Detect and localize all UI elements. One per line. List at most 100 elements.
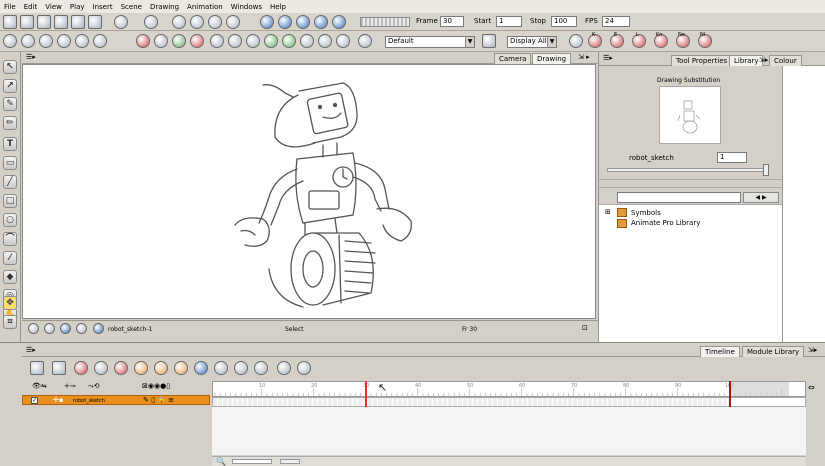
transform-tool-icon[interactable]: ✥ [3, 296, 17, 310]
zoom-icon[interactable] [39, 34, 53, 48]
substitution-thumbnail[interactable] [659, 86, 721, 144]
select-tool-icon[interactable]: ↖ [3, 60, 17, 74]
library-item-symbols[interactable]: Symbols [631, 209, 661, 218]
paste-icon[interactable] [88, 15, 102, 29]
flip-icon[interactable] [75, 34, 89, 48]
colour-view-icon[interactable] [60, 323, 71, 334]
fill-icon[interactable] [210, 34, 224, 48]
panel-close-icon[interactable]: ⇲▸ [759, 56, 768, 65]
polyline-tool-icon[interactable]: ⌒ [3, 232, 17, 246]
first-frame-icon[interactable] [296, 15, 310, 29]
add-layer-small-icon[interactable]: +⊸ [64, 382, 76, 391]
rotate-icon[interactable] [3, 34, 17, 48]
motion-path-icon[interactable] [134, 361, 148, 375]
dropper-tool-icon[interactable]: ⁄ [3, 251, 17, 265]
frame-field[interactable]: 30 [440, 16, 464, 27]
scroll-thumb[interactable] [280, 459, 300, 464]
menu-play[interactable]: Play [70, 3, 85, 11]
key-l-icon[interactable] [632, 34, 646, 48]
menu-windows[interactable]: Windows [231, 3, 262, 11]
playhead[interactable] [364, 381, 367, 407]
menu-animation[interactable]: Animation [187, 3, 223, 11]
library-item-animate-pro[interactable]: Animate Pro Library [631, 219, 700, 228]
crop-tool-icon[interactable]: ⌗ [3, 315, 17, 329]
key-icon[interactable] [569, 34, 583, 48]
layer-link-icon[interactable]: ⤳⟲ [88, 382, 99, 391]
reduce-exposure-icon[interactable] [254, 361, 268, 375]
brush-tool-icon[interactable]: ✎ [3, 97, 17, 111]
menu-drawing[interactable]: Drawing [150, 3, 179, 11]
extend-exposure-icon[interactable] [234, 361, 248, 375]
cutter-icon[interactable] [318, 34, 332, 48]
menu-scene[interactable]: Scene [121, 3, 142, 11]
contour-icon[interactable] [228, 34, 242, 48]
smooth-icon[interactable] [336, 34, 350, 48]
volume-slider[interactable] [360, 17, 410, 27]
stop-field[interactable]: 100 [551, 16, 577, 27]
text-tool-icon[interactable]: T [3, 137, 17, 151]
start-field[interactable]: 1 [496, 16, 522, 27]
frame-ruler[interactable]: 10 20 30 40 50 60 70 80 90 100 [212, 381, 806, 397]
ink-mode-icon[interactable] [190, 34, 204, 48]
stop-marker[interactable] [728, 381, 731, 407]
tab-drawing[interactable]: Drawing [532, 53, 572, 64]
menu-help[interactable]: Help [270, 3, 286, 11]
contour-editor-icon[interactable]: ↗ [3, 79, 17, 93]
paint-mode-icon[interactable] [172, 34, 186, 48]
rectangle-tool-icon[interactable]: □ [3, 194, 17, 208]
light-table-toggle-icon[interactable] [76, 323, 87, 334]
redo-icon[interactable] [144, 15, 158, 29]
expand-icon[interactable]: ⊞ [605, 208, 611, 217]
line-tool-icon[interactable]: ╱ [3, 175, 17, 189]
display-select[interactable]: Display All ▼ [507, 36, 557, 48]
panel-options-icon[interactable]: ⇲▸ [808, 346, 817, 355]
add-drawing-layer-icon[interactable] [30, 361, 44, 375]
menu-edit[interactable]: Edit [24, 3, 38, 11]
eraser-tool-icon[interactable]: ▭ [3, 156, 17, 170]
layer-visibility-icon[interactable]: 👁⇋ [32, 382, 47, 391]
bone-icon[interactable] [264, 34, 278, 48]
menu-view[interactable]: View [45, 3, 62, 11]
ellipse-tool-icon[interactable]: ○ [3, 213, 17, 227]
fps-field[interactable]: 24 [602, 16, 630, 27]
panel-menu-icon[interactable]: ☰▸ [26, 53, 36, 62]
tab-module-library[interactable]: Module Library [742, 346, 805, 357]
copy-icon[interactable] [71, 15, 85, 29]
tab-colour[interactable]: Colour [769, 55, 802, 66]
tab-camera[interactable]: Camera [494, 53, 532, 64]
add-layer-icon[interactable] [52, 361, 66, 375]
add-keyframe-icon[interactable] [94, 361, 108, 375]
play-loop-icon[interactable] [278, 15, 292, 29]
collapse-icon[interactable] [297, 361, 311, 375]
paint-bucket-tool-icon[interactable]: ◆ [3, 270, 17, 284]
set-ease-icon[interactable] [174, 361, 188, 375]
scissor-icon[interactable] [172, 15, 186, 29]
ease-icon[interactable] [154, 361, 168, 375]
tab-tool-properties[interactable]: Tool Properties [671, 55, 733, 66]
undo-icon[interactable] [114, 15, 128, 29]
panel-options-icon[interactable]: ⇲ ▸ [578, 53, 590, 62]
layer-toggles-icon[interactable]: ⊠◉◉●▯ [142, 382, 170, 391]
nudge-icon[interactable] [214, 361, 228, 375]
pencil-tool-icon[interactable]: ✏ [3, 116, 17, 130]
library-nav-buttons[interactable]: ◀ ▶ [743, 192, 779, 203]
layer-enable-checkbox[interactable]: ✓ [31, 397, 38, 404]
flatten-icon[interactable] [246, 34, 260, 48]
layer-tools-icon[interactable]: ✎ ▯ 🔒 ≡ [143, 396, 174, 405]
panel-menu-icon[interactable]: ☰▸ [603, 54, 613, 63]
select-mode-icon[interactable] [154, 34, 168, 48]
drawing-canvas[interactable] [22, 64, 596, 319]
grid-icon[interactable] [190, 15, 204, 29]
delete-layer-icon[interactable] [74, 361, 88, 375]
morph-icon[interactable] [300, 34, 314, 48]
substitution-slider[interactable] [607, 168, 769, 172]
save-icon[interactable] [37, 15, 51, 29]
light-table-icon[interactable] [226, 15, 240, 29]
prev-frame-icon[interactable] [314, 15, 328, 29]
resize-grip-icon[interactable]: ⊡ [582, 324, 588, 333]
timeline-zoom-slider[interactable] [232, 459, 272, 464]
substitution-slider-handle[interactable] [763, 164, 769, 176]
global-icon[interactable] [194, 361, 208, 375]
cut-icon[interactable] [54, 15, 68, 29]
palette-select[interactable]: Default ▼ [385, 36, 475, 48]
